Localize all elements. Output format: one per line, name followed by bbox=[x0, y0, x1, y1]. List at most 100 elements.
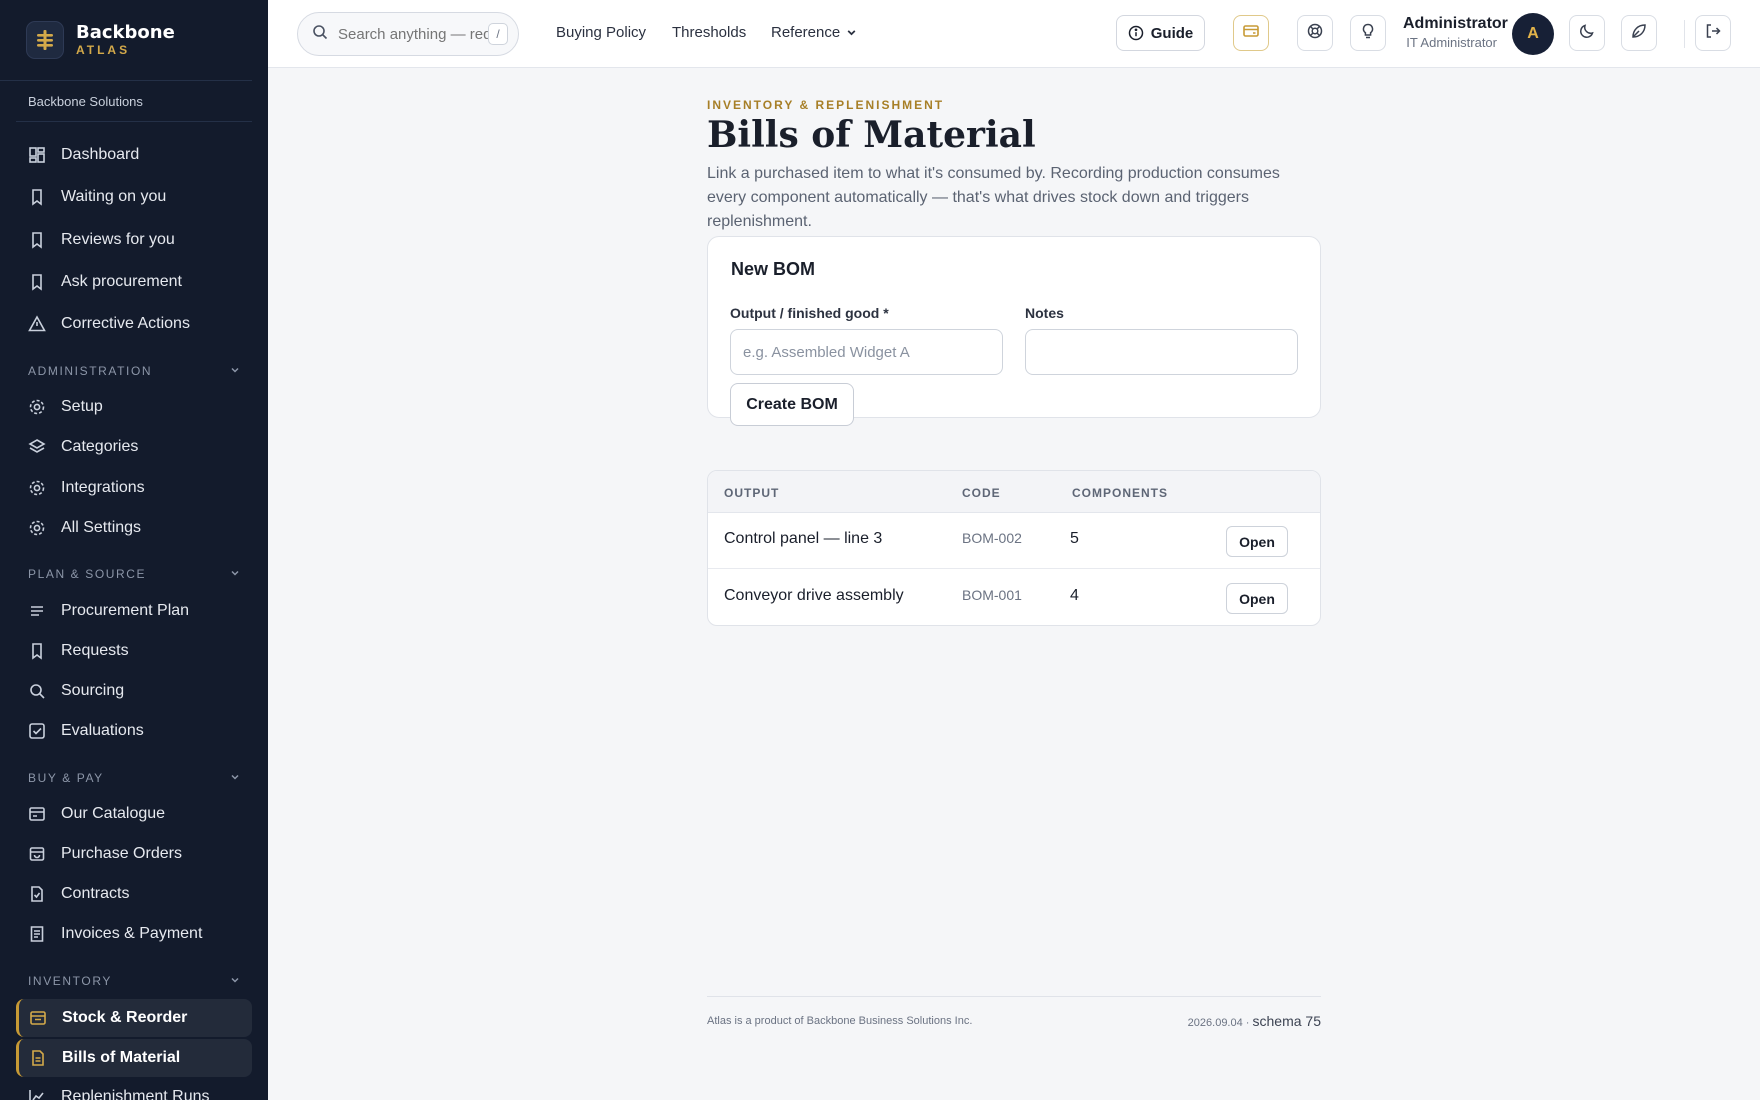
gear-icon bbox=[28, 479, 46, 497]
section-inventory[interactable]: INVENTORY bbox=[28, 974, 240, 988]
atlas-logo-icon bbox=[26, 21, 64, 59]
sidebar-item-contracts[interactable]: Contracts bbox=[16, 875, 252, 913]
sidebar-item-waiting-on-you[interactable]: Waiting on you bbox=[16, 178, 252, 216]
theme-toggle-button[interactable] bbox=[1569, 15, 1605, 51]
column-header-components[interactable]: COMPONENTS bbox=[1072, 486, 1168, 500]
avatar[interactable]: A bbox=[1512, 13, 1554, 55]
bookmark-icon bbox=[28, 273, 46, 291]
leaf-icon bbox=[1630, 22, 1648, 45]
table-row[interactable]: Conveyor drive assembly BOM-001 4 Open bbox=[708, 570, 1320, 625]
row-code: BOM-002 bbox=[962, 530, 1022, 546]
search-icon bbox=[28, 682, 46, 700]
sidebar-item-label: Setup bbox=[61, 398, 103, 415]
feedback-button[interactable] bbox=[1621, 15, 1657, 51]
sidebar-item-requests[interactable]: Requests bbox=[16, 632, 252, 670]
wallet-icon bbox=[1242, 22, 1260, 45]
section-plan-and-source[interactable]: PLAN & SOURCE bbox=[28, 567, 240, 581]
top-bar: / Buying Policy Thresholds Reference Gui… bbox=[268, 0, 1760, 68]
sidebar-item-label: Invoices & Payment bbox=[61, 925, 203, 942]
bookmark-icon bbox=[28, 231, 46, 249]
create-bom-button[interactable]: Create BOM bbox=[730, 383, 854, 426]
sidebar-item-label: Ask procurement bbox=[61, 273, 182, 290]
sidebar-item-our-catalogue[interactable]: Our Catalogue bbox=[16, 795, 252, 833]
table-header: OUTPUT CODE COMPONENTS bbox=[708, 471, 1320, 513]
open-button[interactable]: Open bbox=[1226, 526, 1288, 557]
sidebar-item-setup[interactable]: Setup bbox=[16, 388, 252, 426]
sidebar-item-procurement-plan[interactable]: Procurement Plan bbox=[16, 592, 252, 630]
sidebar-item-label: Procurement Plan bbox=[61, 602, 190, 619]
search-input[interactable] bbox=[338, 25, 488, 43]
tips-button[interactable] bbox=[1350, 15, 1386, 51]
sidebar-item-categories[interactable]: Categories bbox=[16, 428, 252, 466]
sidebar-item-label: Stock & Reorder bbox=[62, 1009, 188, 1026]
sidebar-item-reviews-for-you[interactable]: Reviews for you bbox=[16, 221, 252, 259]
support-button[interactable] bbox=[1297, 15, 1333, 51]
box-icon bbox=[29, 1009, 47, 1027]
bookmark-icon bbox=[28, 642, 46, 660]
row-code: BOM-001 bbox=[962, 587, 1022, 603]
page-footer: Atlas is a product of Backbone Business … bbox=[707, 996, 1321, 1029]
sidebar-item-corrective-actions[interactable]: Corrective Actions bbox=[16, 305, 252, 343]
footer-version: 2026.09.04 · schema 75 bbox=[1187, 1013, 1321, 1029]
table-row[interactable]: Control panel — line 3 BOM-002 5 Open bbox=[708, 513, 1320, 569]
section-administration[interactable]: ADMINISTRATION bbox=[28, 364, 240, 378]
user-info[interactable]: Administrator IT Administrator bbox=[1403, 14, 1508, 52]
chevron-down-icon bbox=[846, 27, 857, 38]
page-title: Bills of Material bbox=[707, 114, 1036, 156]
user-name: Administrator bbox=[1403, 15, 1508, 32]
lightbulb-icon bbox=[1359, 22, 1377, 45]
guide-button[interactable]: Guide bbox=[1116, 15, 1205, 51]
sidebar-item-bills-of-material[interactable]: Bills of Material bbox=[16, 1039, 252, 1077]
sidebar-item-label: Integrations bbox=[61, 479, 145, 496]
sidebar-item-stock-and-reorder[interactable]: Stock & Reorder bbox=[16, 999, 252, 1037]
checkbox-icon bbox=[28, 722, 46, 740]
brand[interactable]: Backbone ATLAS bbox=[0, 0, 252, 81]
bom-table: OUTPUT CODE COMPONENTS Control panel — l… bbox=[707, 470, 1321, 626]
column-header-code[interactable]: CODE bbox=[962, 486, 1001, 500]
global-search[interactable]: / bbox=[297, 12, 519, 56]
footer-credit: Atlas is a product of Backbone Business … bbox=[707, 1015, 973, 1027]
divider bbox=[1684, 20, 1685, 48]
chevron-down-icon bbox=[230, 771, 240, 785]
sidebar-item-ask-procurement[interactable]: Ask procurement bbox=[16, 263, 252, 301]
section-buy-and-pay[interactable]: BUY & PAY bbox=[28, 771, 240, 785]
chart-icon bbox=[28, 1088, 46, 1100]
sidebar-item-dashboard[interactable]: Dashboard bbox=[16, 136, 252, 174]
page-eyebrow: INVENTORY & REPLENISHMENT bbox=[707, 98, 945, 112]
nav-link-buying-policy[interactable]: Buying Policy bbox=[556, 24, 646, 41]
nav-menu-reference-label: Reference bbox=[771, 24, 841, 41]
bag-icon bbox=[28, 845, 46, 863]
sidebar-item-replenishment-runs[interactable]: Replenishment Runs bbox=[16, 1078, 252, 1100]
new-bom-heading: New BOM bbox=[731, 259, 816, 279]
card-icon bbox=[28, 805, 46, 823]
sidebar-item-label: Purchase Orders bbox=[61, 845, 182, 862]
sidebar-item-label: Our Catalogue bbox=[61, 805, 166, 822]
row-output: Conveyor drive assembly bbox=[724, 587, 904, 604]
sidebar-item-purchase-orders[interactable]: Purchase Orders bbox=[16, 835, 252, 873]
column-header-output[interactable]: OUTPUT bbox=[724, 486, 779, 500]
brand-name: Backbone bbox=[76, 22, 175, 43]
receipt-icon bbox=[28, 925, 46, 943]
sidebar-item-sourcing[interactable]: Sourcing bbox=[16, 672, 252, 710]
sidebar-item-all-settings[interactable]: All Settings bbox=[16, 509, 252, 547]
row-components: 5 bbox=[1070, 530, 1079, 547]
wallet-button[interactable] bbox=[1233, 15, 1269, 51]
sidebar-item-invoices-and-payment[interactable]: Invoices & Payment bbox=[16, 915, 252, 953]
sidebar-item-label: Waiting on you bbox=[61, 188, 167, 205]
open-button[interactable]: Open bbox=[1226, 583, 1288, 614]
output-field[interactable] bbox=[730, 329, 1003, 375]
sidebar-item-evaluations[interactable]: Evaluations bbox=[16, 712, 252, 750]
layers-icon bbox=[28, 438, 46, 456]
notes-field[interactable] bbox=[1025, 329, 1298, 375]
sidebar-item-integrations[interactable]: Integrations bbox=[16, 469, 252, 507]
moon-icon bbox=[1578, 22, 1596, 45]
output-field-label: Output / finished good * bbox=[730, 305, 889, 321]
organization-name: Backbone Solutions bbox=[16, 81, 252, 122]
row-output: Control panel — line 3 bbox=[724, 530, 883, 547]
nav-menu-reference[interactable]: Reference bbox=[771, 24, 857, 41]
sign-out-button[interactable] bbox=[1695, 15, 1731, 51]
list-icon bbox=[28, 602, 46, 620]
info-icon bbox=[1128, 25, 1144, 41]
chevron-down-icon bbox=[230, 974, 240, 988]
nav-link-thresholds[interactable]: Thresholds bbox=[672, 24, 746, 41]
